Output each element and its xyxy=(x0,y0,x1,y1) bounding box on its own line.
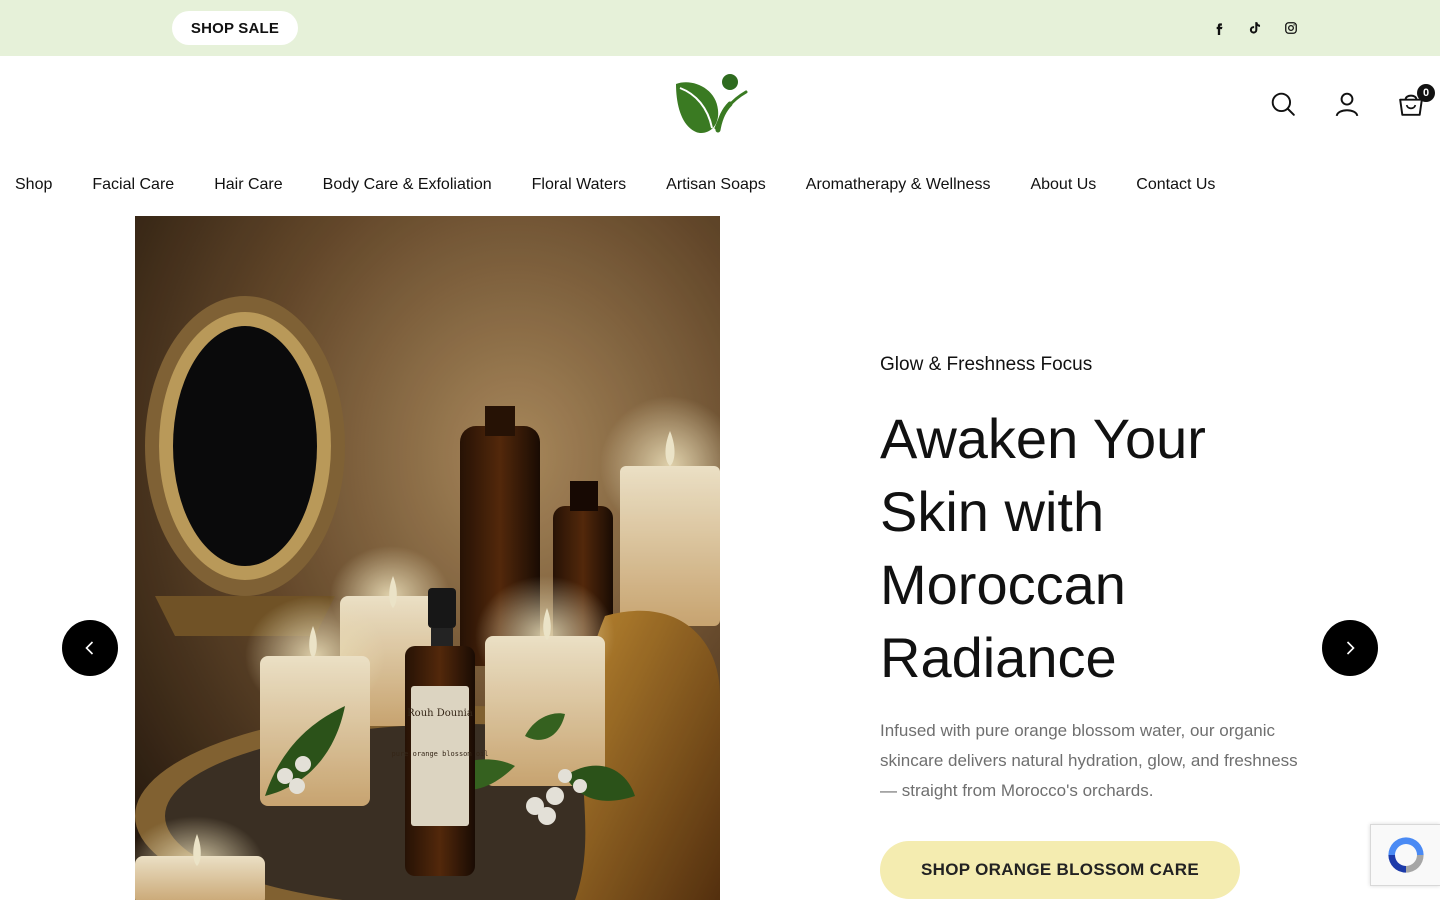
recaptcha-badge[interactable] xyxy=(1370,824,1440,886)
announcement-bar: SHOP SALE xyxy=(0,0,1440,56)
facebook-icon[interactable] xyxy=(1209,18,1229,38)
nav-item-aromatherapy[interactable]: Aromatherapy & Wellness xyxy=(806,176,991,198)
next-slide-button[interactable] xyxy=(1322,620,1378,676)
nav-item-floral-waters[interactable]: Floral Waters xyxy=(532,176,627,198)
nav-item-hair-care[interactable]: Hair Care xyxy=(214,176,282,198)
tiktok-icon[interactable] xyxy=(1245,18,1265,38)
nav-item-facial-care[interactable]: Facial Care xyxy=(92,176,174,198)
hero-headline: Awaken Your Skin with Moroccan Radiance xyxy=(880,407,1206,689)
search-icon[interactable] xyxy=(1267,88,1299,120)
main-nav: Shop Facial Care Hair Care Body Care & E… xyxy=(15,176,1215,198)
hero-eyebrow: Glow & Freshness Focus xyxy=(880,354,1093,375)
hero-description: Infused with pure orange blossom water, … xyxy=(880,721,1298,800)
recaptcha-icon xyxy=(1387,837,1424,873)
instagram-icon[interactable] xyxy=(1281,18,1301,38)
hero-image: Rouh Dounia pure orange blossom oil xyxy=(135,216,720,900)
brand-logo[interactable] xyxy=(672,70,748,138)
nav-item-shop[interactable]: Shop xyxy=(15,176,52,198)
prev-slide-button[interactable] xyxy=(62,620,118,676)
nav-item-about-us[interactable]: About Us xyxy=(1030,176,1096,198)
nav-item-contact-us[interactable]: Contact Us xyxy=(1136,176,1215,198)
nav-item-artisan-soaps[interactable]: Artisan Soaps xyxy=(666,176,766,198)
shop-sale-button[interactable]: SHOP SALE xyxy=(172,11,298,45)
cart-count-badge: 0 xyxy=(1417,84,1435,102)
cart-icon[interactable]: 0 xyxy=(1395,84,1435,120)
account-icon[interactable] xyxy=(1331,88,1363,120)
shop-orange-blossom-button[interactable]: SHOP ORANGE BLOSSOM CARE xyxy=(880,841,1240,899)
nav-item-body-care[interactable]: Body Care & Exfoliation xyxy=(323,176,492,198)
